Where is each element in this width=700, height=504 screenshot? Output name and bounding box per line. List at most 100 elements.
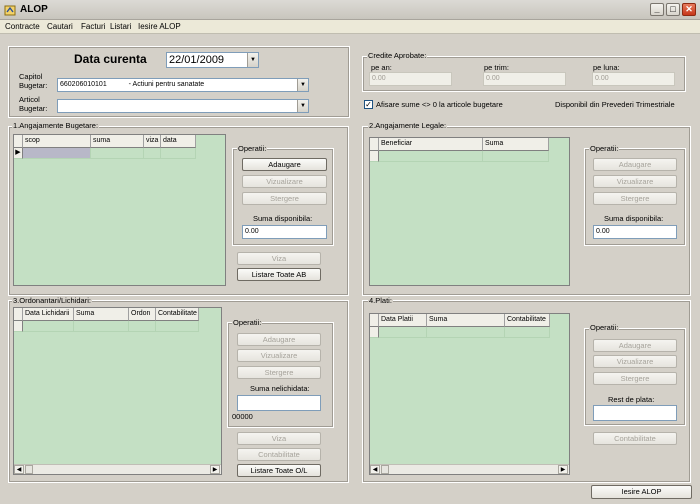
row-header-corner (14, 135, 23, 148)
add-button[interactable]: Adaugare (242, 158, 327, 171)
scroll-thumb[interactable] (25, 465, 33, 474)
add-button: Adaugare (593, 339, 677, 352)
capitol-text: - Actiuni pentru sanatate (128, 81, 205, 88)
row-header (370, 151, 379, 162)
row-pointer-icon: ▶ (14, 148, 23, 159)
exit-alop-button[interactable]: Iesire ALOP (591, 485, 692, 499)
minimize-button[interactable]: _ (650, 3, 664, 16)
column-header[interactable]: Data Lichidarii (23, 308, 74, 321)
pe-luna-field: 0.00 (592, 72, 675, 86)
chevron-down-icon[interactable]: ▼ (297, 79, 308, 91)
suma-disponibila-label: Suma disponibila: (253, 214, 313, 223)
plati-grid[interactable]: Data Platii Suma Contabilitate ◀ ▶ (369, 313, 570, 475)
panel4-ops-title: Operatii: (589, 323, 620, 332)
column-header[interactable]: suma (91, 135, 144, 148)
table-cell[interactable] (129, 321, 156, 332)
column-header[interactable]: Suma (74, 308, 129, 321)
ordonantari-grid[interactable]: Data Lichidarii Suma Ordon Contabilitate… (13, 307, 222, 475)
horizontal-scrollbar[interactable]: ◀ ▶ (370, 464, 569, 474)
table-cell[interactable] (23, 148, 91, 159)
counter-text: 00000 (232, 412, 253, 421)
rest-de-plata-field[interactable] (593, 405, 677, 421)
disponibil-text: Disponibil din Prevederi Trimestriale (555, 100, 675, 109)
column-header[interactable]: Contabilitate (156, 308, 199, 321)
menu-listari[interactable]: Listari (110, 22, 131, 31)
delete-button: Stergere (593, 372, 677, 385)
scroll-right-icon[interactable]: ▶ (558, 465, 568, 474)
table-cell[interactable] (161, 148, 196, 159)
list-all-ol-button[interactable]: Listare Toate O/L (237, 464, 321, 477)
articol-label-2: Bugetar: (19, 104, 48, 113)
table-cell[interactable] (379, 151, 483, 162)
chevron-down-icon[interactable]: ▼ (297, 100, 308, 112)
row-header-corner (370, 138, 379, 151)
afisare-checkbox[interactable]: ✓ (364, 100, 373, 109)
scroll-left-icon[interactable]: ◀ (370, 465, 380, 474)
column-header[interactable]: viza (144, 135, 161, 148)
column-header[interactable]: Ordon (129, 308, 156, 321)
table-cell[interactable] (74, 321, 129, 332)
table-cell[interactable] (144, 148, 161, 159)
add-button: Adaugare (593, 158, 677, 171)
maximize-button[interactable]: □ (666, 3, 680, 16)
row-header (14, 321, 23, 332)
angajamente-legale-grid[interactable]: Beneficiar Suma (369, 137, 570, 286)
delete-button: Stergere (242, 192, 327, 205)
scroll-thumb[interactable] (381, 465, 389, 474)
column-header[interactable]: data (161, 135, 196, 148)
capitol-label-2: Bugetar: (19, 81, 48, 90)
capitol-select[interactable]: 660206010101 - Actiuni pentru sanatate ▼ (57, 78, 309, 92)
table-cell[interactable] (23, 321, 74, 332)
menu-facturi[interactable]: Facturi (81, 22, 105, 31)
panel3-ops-title: Operatii: (232, 318, 263, 327)
menu-bar: Contracte Cautari Facturi Listari Iesire… (0, 20, 700, 34)
pe-trim-label: pe trim: (484, 63, 510, 72)
articol-select[interactable]: ▼ (57, 99, 309, 113)
articol-label-1: Articol (19, 95, 40, 104)
panel4-title: 4.Plati: (368, 296, 393, 305)
view-button: Vizualizare (593, 175, 677, 188)
row-header-corner (370, 314, 379, 327)
column-header[interactable]: Suma (427, 314, 505, 327)
panel3-title: 3.Ordonantari/Lichidari: (12, 296, 92, 305)
date-select[interactable]: 22/01/2009 ▼ (166, 52, 259, 68)
suma-disponibila-field[interactable]: 0.00 (242, 225, 327, 239)
chevron-down-icon[interactable]: ▼ (247, 53, 258, 67)
panel2-ops-title: Operatii: (589, 144, 620, 153)
table-cell[interactable] (156, 321, 199, 332)
column-header[interactable]: scop (23, 135, 91, 148)
view-button: Vizualizare (593, 355, 677, 368)
view-button: Vizualizare (242, 175, 327, 188)
delete-button: Stergere (237, 366, 321, 379)
column-header[interactable]: Contabilitate (505, 314, 550, 327)
column-header[interactable]: Suma (483, 138, 549, 151)
scroll-left-icon[interactable]: ◀ (14, 465, 24, 474)
table-cell[interactable] (427, 327, 505, 338)
credite-title: Credite Aprobate: (367, 51, 428, 60)
table-cell[interactable] (505, 327, 550, 338)
row-header (370, 327, 379, 338)
menu-iesire[interactable]: Iesire ALOP (138, 22, 181, 31)
rest-de-plata-label: Rest de plata: (608, 395, 655, 404)
menu-cautari[interactable]: Cautari (47, 22, 73, 31)
scroll-right-icon[interactable]: ▶ (210, 465, 220, 474)
horizontal-scrollbar[interactable]: ◀ ▶ (14, 464, 221, 474)
column-header[interactable]: Beneficiar (379, 138, 483, 151)
menu-contracte[interactable]: Contracte (5, 22, 40, 31)
pe-luna-label: pe luna: (593, 63, 620, 72)
close-button[interactable]: ✕ (682, 3, 696, 16)
table-cell[interactable] (91, 148, 144, 159)
list-all-ab-button[interactable]: Listare Toate AB (237, 268, 321, 281)
delete-button: Stergere (593, 192, 677, 205)
suma-nelichidata-field[interactable] (237, 395, 321, 411)
panel1-ops-title: Operatii: (237, 144, 268, 153)
column-header[interactable]: Data Platii (379, 314, 427, 327)
title-bar: ALOP _ □ ✕ (0, 0, 700, 20)
table-cell[interactable] (379, 327, 427, 338)
suma-disponibila-label: Suma disponibila: (604, 214, 664, 223)
viza-button: Viza (237, 432, 321, 445)
suma-disponibila-field[interactable]: 0.00 (593, 225, 677, 239)
table-cell[interactable] (483, 151, 549, 162)
angajamente-bugetare-grid[interactable]: scop suma viza data ▶ (13, 134, 226, 286)
pe-an-label: pe an: (371, 63, 392, 72)
